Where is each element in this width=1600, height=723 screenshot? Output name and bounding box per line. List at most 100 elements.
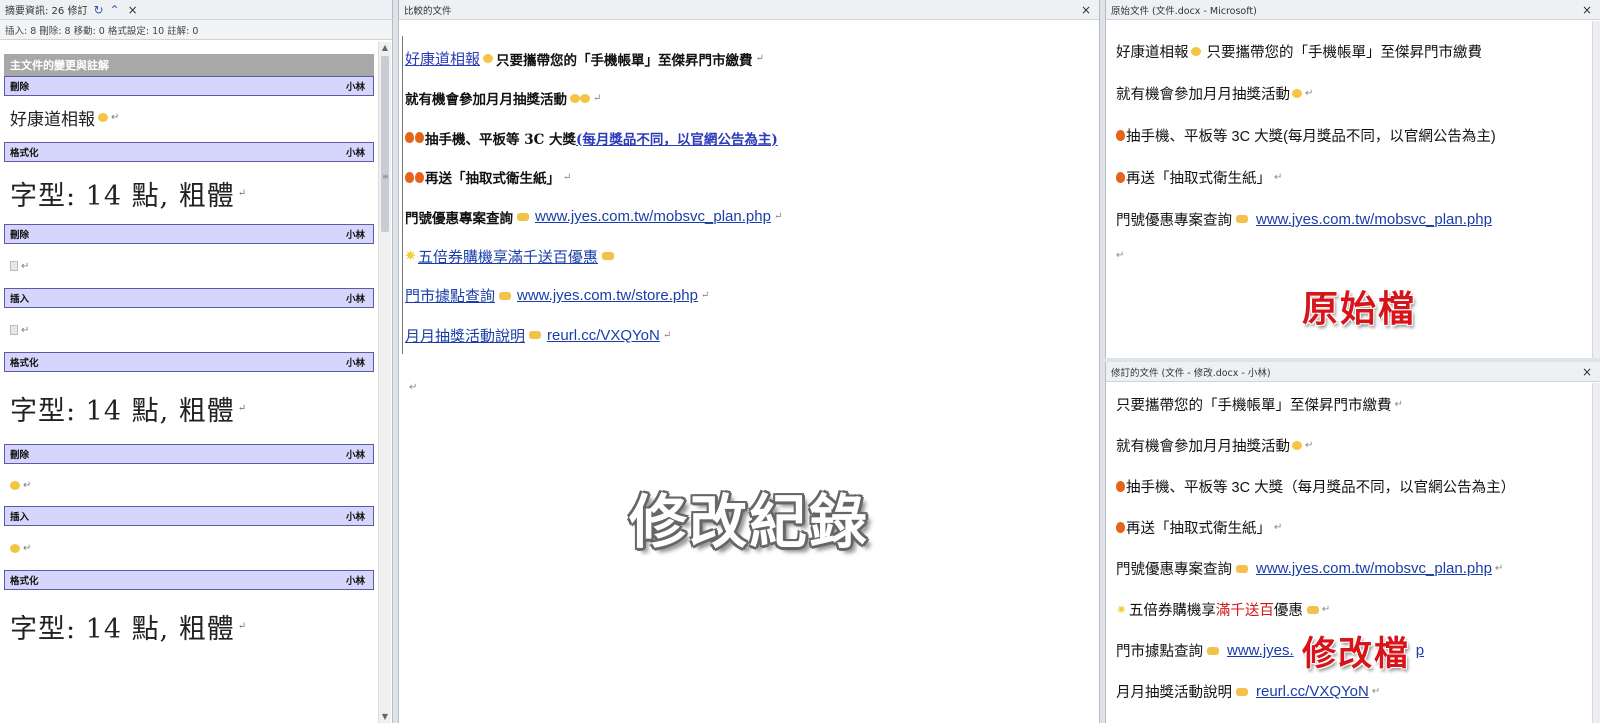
line-text: 再送「抽取式衛生紙」 [1126, 170, 1271, 187]
hyperlink[interactable]: p [1416, 642, 1424, 659]
original-pane-scrollbar[interactable] [1592, 21, 1600, 358]
pointing-hand-icon [517, 212, 529, 221]
paragraph-mark: ↵ [593, 92, 602, 104]
pointing-hand-icon [529, 331, 542, 340]
close-icon[interactable]: × [128, 3, 138, 17]
doc-line: 門號優惠專案查詢 www.jyes.com.tw/mobsvc_plan.php ↵ [405, 197, 1099, 237]
scrollbar-thumb[interactable] [381, 56, 389, 232]
revision-item[interactable]: 格式化 小林 字型: 14 點, 粗體 ↵ [4, 570, 374, 662]
revision-item[interactable]: 格式化 小林 字型: 14 點, 粗體 ↵ [4, 142, 374, 224]
pointing-hand-icon [1207, 646, 1219, 655]
revision-type: 刪除 [10, 230, 30, 241]
line-text: 只要攜帶您的「手機帳單」至傑昇門市繳費 [1206, 44, 1483, 61]
inserted-text: 好康道相報 [405, 51, 481, 69]
doc-line: 門市據點查詢 www.jyes.com.tw/store.php ↵ [405, 276, 1099, 316]
pane-title: 修訂的文件 (文件 - 修改.docx - 小林) [1111, 367, 1271, 379]
overlay-label: 修改檔 [1302, 634, 1410, 674]
hyperlink[interactable]: www.jyes.com.tw/mobsvc_plan.php [1256, 560, 1492, 577]
close-icon[interactable]: × [1582, 365, 1592, 379]
revision-type: 刪除 [10, 450, 30, 461]
revision-author: 小林 [345, 358, 365, 369]
paragraph-mark: ↵ [1274, 522, 1283, 533]
revision-item[interactable]: 格式化 小林 字型: 14 點, 粗體 ↵ [4, 352, 374, 444]
doc-line: 再送「抽取式衛生紙」 ↵ [405, 158, 1099, 198]
paragraph-mark: ↵ [111, 111, 120, 123]
paragraph-mark: ↵ [21, 260, 30, 272]
revision-item[interactable]: 刪除 小林 ↵ [4, 444, 374, 506]
line-text: 只要攜帶您的「手機帳單」至傑昇門市繳費 [496, 52, 753, 69]
line-text: 再送「抽取式衛生紙」 [425, 171, 560, 188]
paragraph-mark: ↵ [237, 402, 248, 414]
revision-body: 好康道相報 [10, 109, 95, 130]
hand-emoji-icon [98, 112, 108, 122]
paragraph-mark: ↵ [23, 542, 32, 554]
overlay-label: 修改紀錄 [628, 488, 869, 556]
doc-line: 再送「抽取式衛生紙」 ↵ [1116, 156, 1586, 198]
revision-item[interactable]: 刪除 小林 ↵ [4, 224, 374, 288]
inserted-text: (每月獎品不同，以官網公告為主) [576, 131, 778, 148]
paragraph-mark: ↵ [1494, 563, 1504, 574]
hyperlink[interactable]: reurl.cc/VXQYoN [547, 327, 660, 344]
revision-item[interactable]: 插入 小林 ↵ [4, 506, 374, 570]
close-icon[interactable]: × [1081, 3, 1091, 17]
hyperlink[interactable]: reurl.cc/VXQYoN [1256, 683, 1369, 700]
paragraph-mark: ↵ [755, 53, 764, 65]
close-icon[interactable]: × [1582, 3, 1592, 17]
revision-list[interactable]: 主文件的變更與註解 刪除 小林 好康道相報 ↵ 格式化 小林 字型: 14 點, 粗體… [0, 42, 378, 723]
line-text: 優惠 [1273, 603, 1303, 619]
pointing-hand-icon [1236, 215, 1248, 223]
line-text: 再送「抽取式衛生紙」 [1126, 521, 1271, 537]
fire-emoji-icon [1116, 129, 1125, 141]
revision-body: 字型: 14 點, 粗體 [10, 613, 235, 645]
original-document-titlebar: 原始文件 (文件.docx - Microsoft) × [1106, 0, 1600, 20]
thumbs-up-icon [601, 252, 614, 261]
emoji-icon [580, 93, 590, 103]
overlay-label: 原始檔 [1302, 289, 1417, 330]
fire-emoji-icon [415, 132, 424, 144]
collapse-icon[interactable]: ⌃ [110, 3, 120, 17]
line-text: 只要攜帶您的「手機帳單」至傑昇門市繳費 [1116, 398, 1392, 414]
section-title: 主文件的變更與註解 [4, 54, 374, 76]
revised-pane-scrollbar[interactable] [1592, 383, 1600, 723]
document-emoji-icon [10, 261, 18, 271]
fire-emoji-icon [405, 171, 414, 183]
doc-line: 就有機會參加月月抽獎活動 ↵ [405, 79, 1099, 119]
hyperlink[interactable]: www.jyes.com.tw/mobsvc_plan.php [1256, 211, 1492, 228]
paragraph-mark: ↵ [1116, 249, 1125, 261]
revision-item[interactable]: 插入 小林 ↵ [4, 288, 374, 352]
revision-item[interactable]: 刪除 小林 好康道相報 ↵ [4, 76, 374, 138]
hyperlink[interactable]: www.jyes.com.tw/store.php [517, 287, 698, 304]
revision-stats: 插入: 8 刪除: 8 移動: 0 格式設定: 10 註解: 0 [0, 20, 392, 40]
line-text: 就有機會參加月月抽獎活動 [1116, 439, 1290, 455]
compared-document-body[interactable]: 好康道相報 只要攜帶您的「手機帳單」至傑昇門市繳費 ↵ 就有機會參加月月抽獎活動 ↵… [399, 21, 1099, 723]
line-text: 抽手機、平板等 3C 大獎 [425, 131, 577, 148]
paragraph-mark: ↵ [662, 329, 672, 341]
pane-title: 比較的文件 [404, 5, 452, 17]
doc-line: 好康道相報 只要攜帶您的「手機帳單」至傑昇門市繳費 ↵ [405, 39, 1099, 79]
paragraph-mark: ↵ [1394, 399, 1403, 410]
doc-line: 抽手機、平板等 3C 大獎(每月獎品不同，以官網公告為主) [1116, 114, 1586, 156]
revision-author: 小林 [345, 294, 365, 305]
line-text: 好康道相報 [1116, 44, 1189, 61]
line-text: 月月抽獎活動說明 [1116, 685, 1232, 701]
pointing-hand-icon [1236, 687, 1248, 696]
paragraph-mark: ↵ [409, 382, 418, 393]
original-document-body[interactable]: 好康道相報 只要攜帶您的「手機帳單」至傑昇門市繳費 就有機會參加月月抽獎活動 ↵ 抽… [1116, 30, 1586, 270]
review-pane-scrollbar[interactable]: ▲ ≡ ▼ [378, 42, 391, 723]
line-text: 門號優惠專案查詢 [405, 210, 513, 227]
paragraph-mark: ↵ [237, 187, 248, 199]
line-text: 抽手機、平板等 3C 大獎(每月獎品不同，以官網公告為主) [1126, 128, 1496, 145]
doc-line: ✷ 五倍券購機享 滿千送百 優惠 ↵ [1116, 589, 1586, 630]
pointing-hand-icon [499, 291, 512, 300]
revision-author: 小林 [345, 230, 365, 241]
doc-line: 就有機會參加月月抽獎活動 ↵ [1116, 425, 1586, 466]
scroll-down-icon[interactable]: ▼ [379, 711, 391, 723]
refresh-icon[interactable]: ↻ [93, 3, 103, 17]
line-text: 門號優惠專案查詢 [1116, 212, 1232, 229]
revision-type: 格式化 [10, 148, 39, 159]
scroll-up-icon[interactable]: ▲ [379, 42, 391, 54]
star-emoji-icon: ✷ [1116, 601, 1127, 617]
hyperlink[interactable]: www.jyes. [1227, 642, 1294, 659]
doc-line: 門號優惠專案查詢 www.jyes.com.tw/mobsvc_plan.php [1116, 198, 1586, 240]
hyperlink[interactable]: www.jyes.com.tw/mobsvc_plan.php [535, 208, 771, 225]
